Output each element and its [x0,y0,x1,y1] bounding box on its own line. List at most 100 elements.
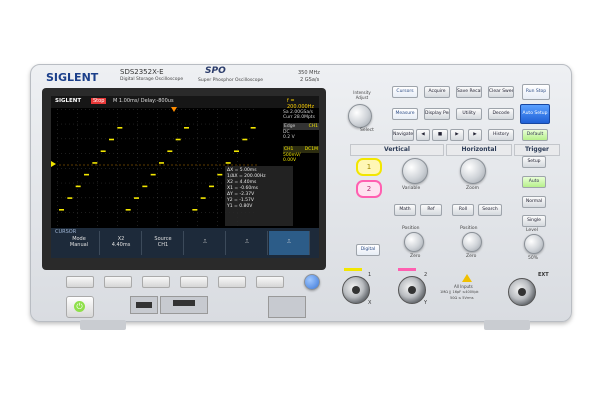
waveform-step [242,138,248,141]
horizontal-scale-knob[interactable] [460,158,486,184]
grid-dot [93,123,94,125]
grid-dot [213,212,214,213]
vertical-scale-knob[interactable] [402,158,428,184]
grid-dot [57,169,58,170]
grid-dot [185,153,186,154]
grid-dot [65,153,66,154]
grid-dot [133,182,134,184]
ext-trigger-bnc[interactable] [508,278,536,306]
ch2-button[interactable]: 2 [356,180,382,198]
trigger-level-knob[interactable] [524,234,544,254]
default-button[interactable]: Default [522,129,548,141]
trigger-setup-button[interactable]: Setup [522,156,546,168]
grid-dot [153,109,154,110]
grid-dot [137,165,138,166]
usb-port[interactable] [130,296,158,314]
grid-dot [69,212,70,213]
waveform-step [234,150,239,153]
grid-dot [157,149,158,150]
grid-dot [177,185,178,186]
clear-sweeps-button[interactable]: Clear Sweeps [488,86,514,98]
ch1-bnc-input[interactable] [342,276,370,304]
brand-logo: SIGLENT [46,66,116,84]
ch2-bnc-core [408,286,416,294]
nav-prev-button[interactable]: ◀ [416,129,430,141]
grid-dot [57,117,58,118]
grid-dot [89,182,90,184]
softkey-4[interactable] [180,276,208,288]
grid-dot [157,138,158,140]
softkey-2[interactable] [104,276,132,288]
grid-dot [137,189,138,190]
grid-dot [177,193,178,194]
display-persist-button[interactable]: Display Persist [424,108,450,120]
grid-dot [157,193,158,194]
grid-dot [217,145,218,146]
grid-dot [145,212,146,213]
grid-dot [65,123,66,125]
auto-setup-button[interactable]: Auto Setup [520,104,550,124]
grid-dot [129,109,130,110]
nav-stop-button[interactable]: ■ [432,129,448,141]
grid-dot [217,149,218,150]
grid-dot [177,161,178,162]
grid-dot [137,225,138,226]
softkey-3[interactable] [142,276,170,288]
waveform-step [125,209,131,211]
navigate-button[interactable]: Navigate [392,129,414,141]
softkey-5[interactable] [218,276,246,288]
ch1-button[interactable]: 1 [356,158,382,176]
run-stop-button[interactable]: Run Stop [522,84,550,100]
ch2-bnc-input[interactable] [398,276,426,304]
decode-button[interactable]: Decode [488,108,514,120]
ch1-offset: 0.00V [283,158,297,163]
grid-dot [65,168,66,169]
softkey-6[interactable] [256,276,284,288]
save-recall-button[interactable]: Save Recall [456,86,482,98]
sbus-port[interactable] [160,296,208,314]
grid-dot [57,168,58,169]
trigger-single-button[interactable]: Single [522,215,546,227]
search-button[interactable]: Search [478,204,502,216]
grid-dot [109,123,110,125]
grid-dot [237,133,238,134]
cursors-button[interactable]: Cursors [392,86,418,98]
digital-button[interactable]: Digital [356,244,380,256]
trigger-auto-button[interactable]: Auto [522,176,546,188]
intensity-knob[interactable] [348,104,372,128]
grid-dot [77,123,78,125]
roll-button[interactable]: Roll [452,204,474,216]
grid-dot [129,123,130,125]
grid-dot [137,117,138,118]
grid-dot [237,117,238,118]
nav-next-button[interactable]: ▶ [450,129,464,141]
trigger-normal-button[interactable]: Normal [522,196,546,208]
math-button[interactable]: Math [394,204,416,216]
grid-dot [137,168,138,169]
measure-button[interactable]: Measure [392,108,418,120]
power-button[interactable]: ⏻ [66,296,94,318]
grid-dot [57,201,58,202]
grid-dot [197,225,198,226]
softkey-1[interactable] [66,276,94,288]
grid-dot [57,181,58,182]
vertical-position-knob[interactable] [404,232,424,252]
horizontal-position-knob[interactable] [462,232,482,252]
history-button[interactable]: History [488,129,514,141]
acquire-button[interactable]: Acquire [424,86,450,98]
grid-dot [137,213,138,214]
utility-button[interactable]: Utility [456,108,482,120]
grid-dot [117,137,118,138]
grid-dot [177,212,178,213]
probe-comp-terminal[interactable] [268,296,306,318]
grid-dot [173,212,174,213]
ref-button[interactable]: Ref [420,204,442,216]
grid-dot [97,193,98,194]
grid-dot [185,123,186,125]
grid-dot [97,181,98,182]
menu-return-button[interactable] [304,274,320,290]
grid-dot [137,217,138,218]
grid-dot [205,153,206,154]
ch1-bnc-core [352,286,360,294]
nav-fwd-button[interactable]: ▶ [468,129,482,141]
